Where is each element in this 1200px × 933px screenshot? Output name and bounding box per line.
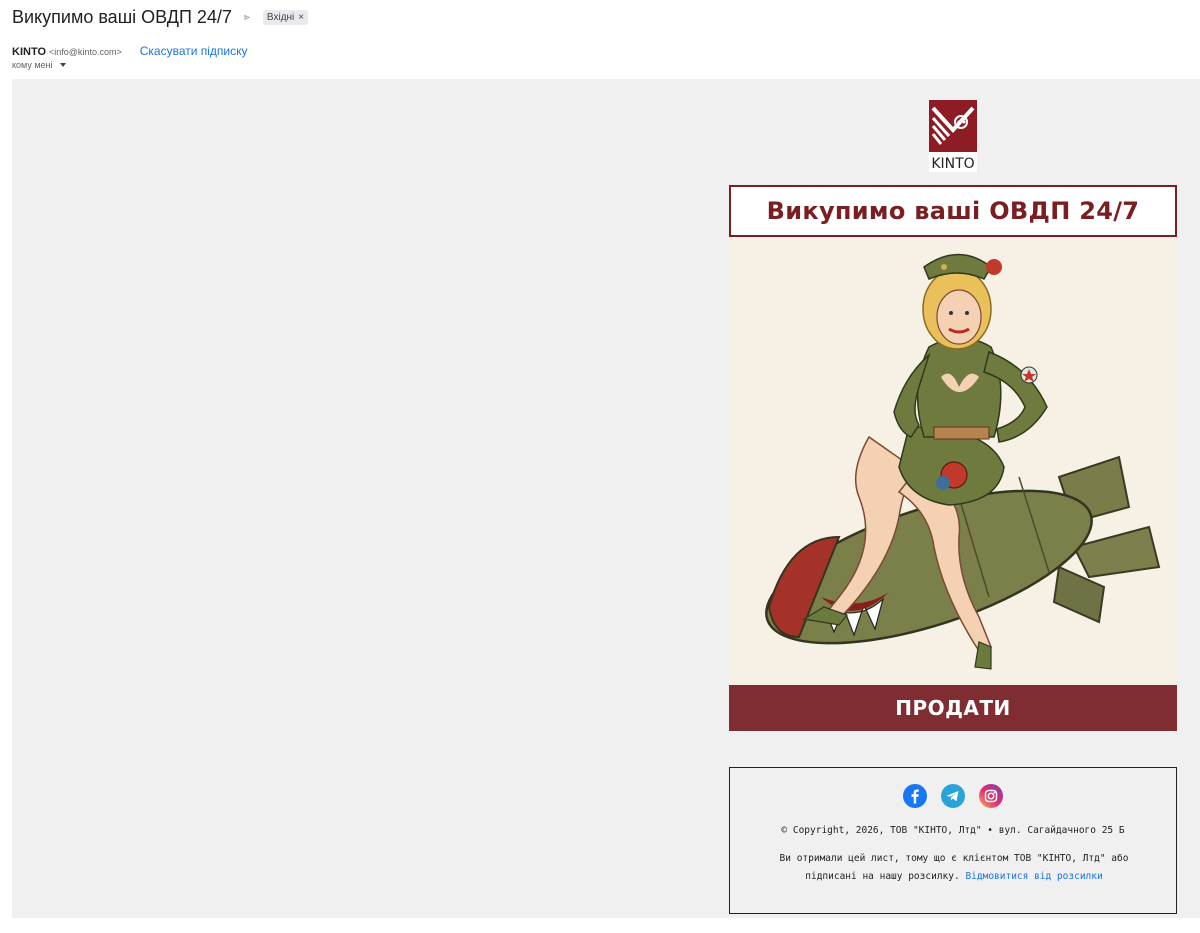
email-header: Викупимо ваші ОВДП 24/7 ⪢ Вхідні × KINTO… xyxy=(0,0,1200,79)
sender-row: KINTO <info@kinto.com> Скасувати підписк… xyxy=(12,44,248,58)
instagram-icon[interactable] xyxy=(979,784,1003,808)
subject-row: Викупимо ваші ОВДП 24/7 ⪢ Вхідні × xyxy=(12,7,309,28)
kinto-logo: KINTO xyxy=(929,100,977,172)
sender-email: <info@kinto.com> xyxy=(49,47,122,57)
hero-image xyxy=(729,237,1177,685)
email-subject: Викупимо ваші ОВДП 24/7 xyxy=(12,7,232,27)
sender-name: KINTO xyxy=(12,46,47,58)
newsletter-title-box: Викупимо ваші ОВДП 24/7 xyxy=(729,185,1177,237)
chevron-down-icon[interactable] xyxy=(59,63,66,67)
important-marker-icon[interactable]: ⪢ xyxy=(244,12,254,23)
inbox-label-text: Вхідні xyxy=(266,12,295,23)
logo-wordmark: KINTO xyxy=(931,156,974,172)
sell-button-label: ПРОДАТИ xyxy=(895,696,1011,720)
unsubscribe-link[interactable]: Скасувати підписку xyxy=(140,44,248,58)
remove-label-icon[interactable]: × xyxy=(298,12,304,23)
kinto-logo-icon: KINTO xyxy=(929,100,977,172)
telegram-icon[interactable] xyxy=(941,784,965,808)
subscription-notice: Ви отримали цей лист, тому що є клієнтом… xyxy=(754,850,1154,886)
facebook-icon[interactable] xyxy=(903,784,927,808)
pinup-bomb-illustration xyxy=(729,237,1177,685)
recipient-text: кому мені xyxy=(12,60,53,70)
email-body: KINTO Викупимо ваші ОВДП 24/7 ПРОДАТИ © … xyxy=(12,79,1200,918)
opt-out-link[interactable]: Відмовитися від розсилки xyxy=(965,871,1102,882)
sell-button[interactable]: ПРОДАТИ xyxy=(729,685,1177,731)
inbox-label-chip: Вхідні × xyxy=(262,10,309,25)
social-links xyxy=(730,784,1176,808)
recipient-row[interactable]: кому мені xyxy=(12,60,66,70)
newsletter-footer: © Copyright, 2026, ТОВ "КІНТО, Лтд" • ву… xyxy=(729,767,1177,914)
newsletter-title: Викупимо ваші ОВДП 24/7 xyxy=(766,197,1140,225)
copyright-text: © Copyright, 2026, ТОВ "КІНТО, Лтд" • ву… xyxy=(781,825,1125,836)
